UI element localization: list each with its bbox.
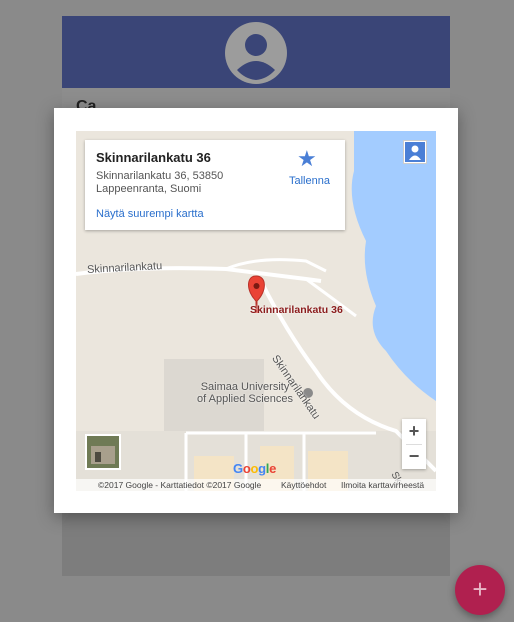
lake-shape (351, 131, 436, 401)
save-button[interactable]: Tallenna (289, 175, 330, 187)
terms-link[interactable]: Käyttöehdot (281, 480, 326, 490)
place-address-line1: Skinnarilankatu 36, 53850 (96, 170, 224, 182)
poi-label: Saimaa University of Applied Sciences (197, 381, 294, 405)
star-icon[interactable]: ★ (297, 146, 317, 172)
zoom-in-button[interactable]: + (402, 419, 426, 444)
satellite-thumbnail[interactable] (85, 434, 121, 470)
place-address-line2: Lappeenranta, Suomi (96, 183, 202, 195)
map-footer: ©2017 Google - Karttatiedot ©2017 Google… (76, 479, 436, 491)
account-circle-icon (225, 22, 287, 84)
place-info-card: Skinnarilankatu 36 Skinnarilankatu 36, 5… (85, 140, 345, 230)
report-error-link[interactable]: Ilmoita karttavirheestä (341, 480, 424, 490)
zoom-out-button[interactable]: − (402, 444, 426, 469)
map-dialog: Skinnarilankatu Skinnarilankatu Sk Skinn… (54, 108, 458, 513)
google-logo: Google (233, 461, 277, 476)
map-embed[interactable]: Skinnarilankatu Skinnarilankatu Sk Skinn… (76, 131, 436, 491)
marker-label: Skinnarilankatu 36 (250, 304, 343, 316)
place-title: Skinnarilankatu 36 (96, 150, 211, 165)
larger-map-link[interactable]: Näytä suurempi kartta (96, 208, 204, 220)
card-strip (62, 88, 450, 108)
add-button[interactable]: + (455, 565, 505, 615)
map-copyright: ©2017 Google - Karttatiedot ©2017 Google (98, 480, 262, 490)
pegman-icon[interactable] (403, 140, 427, 164)
zoom-controls: + − (402, 419, 426, 469)
